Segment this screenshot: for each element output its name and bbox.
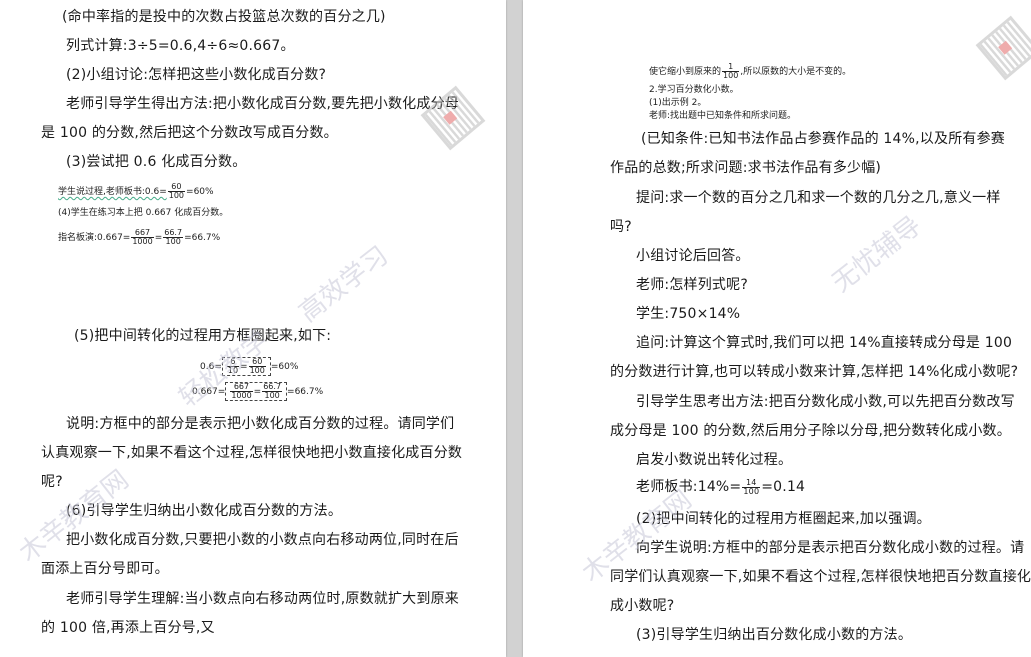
conversion-text: 0.6= (200, 362, 222, 372)
watermark-text: 高效学习 (293, 240, 395, 329)
page-gutter (506, 0, 523, 657)
document-page-right: 使它缩小到原来的 1 100 ,所以原数的大小是不变的。 2.学习百分数化小数。 (1… (523, 0, 1031, 657)
paragraph-line: 的 100 倍,再添上百分号,又 (41, 620, 215, 636)
paragraph-line: 作品的总数;所求问题:求书法作品有多少幅) (610, 160, 882, 176)
paragraph-line: 呢? (41, 474, 63, 490)
fraction-denominator: 1000 (132, 237, 153, 246)
fraction-denominator: 100 (723, 71, 739, 80)
board-text: 老师板书:14%= (636, 479, 742, 495)
paragraph-line: 成小数呢? (610, 598, 675, 614)
paragraph-line: 老师引导学生得出方法:把小数化成百分数,要先把小数化成分母 (66, 96, 459, 112)
fraction: 14 100 (742, 478, 761, 496)
fraction: 66.7 100 (163, 229, 184, 246)
board-note-text: 指名板演:0.667= (58, 233, 131, 243)
board-note-text: 使它缩小到原来的 (649, 67, 722, 77)
board-note: 老师:找出题中已知条件和所求问题。 (649, 111, 797, 121)
board-note-text: =60% (186, 187, 214, 197)
paragraph-line: 说明:方框中的部分是表示把小数化成百分数的过程。请同学们 (66, 416, 455, 432)
paragraph-line: 吗? (610, 219, 632, 235)
fraction-denominator: 100 (249, 366, 265, 375)
paragraph-line: (命中率指的是投中的次数占投篮总次数的百分之几) (62, 9, 386, 25)
boxed-conversion: 0.667= 667 1000 = 66.7 100 =66.7% (192, 382, 323, 401)
paragraph-line: 列式计算:3÷5=0.6,4÷6≈0.667。 (66, 38, 295, 54)
paragraph-line: (已知条件:已知书法作品占参赛作品的 14%,以及所有参赛 (641, 131, 1005, 147)
boxed-conversion: 0.6= 6 10 = 60 100 =60% (200, 357, 298, 376)
paragraph-line: (2)把中间转化的过程用方框圈起来,加以强调。 (636, 511, 931, 527)
fraction: 1 100 (722, 63, 740, 80)
paragraph-line: 引导学生思考出方法:把百分数化成小数,可以先把百分数改写 (636, 394, 1015, 410)
fraction-denominator: 1000 (231, 391, 252, 400)
watermark-text: 无忧辅导 (826, 210, 928, 299)
fraction: 60 100 (167, 183, 186, 200)
paragraph-line: 老师:怎样列式呢? (636, 277, 748, 293)
paragraph-line: (5)把中间转化的过程用方框圈起来,如下: (74, 328, 332, 344)
paragraph-line: 是 100 的分数,然后把这个分数改写成百分数。 (41, 125, 338, 141)
fraction: 6 10 (226, 358, 240, 375)
paragraph-line: 同学们认真观察一下,如果不看这个过程,怎样很快地把百分数直接化 (610, 569, 1031, 585)
document-page-left: (命中率指的是投中的次数占投篮总次数的百分之几) 列式计算:3÷5=0.6,4÷… (0, 0, 506, 657)
paragraph-line: 提问:求一个数的百分之几和求一个数的几分之几,意义一样 (636, 190, 1001, 206)
paragraph-line: (2)小组讨论:怎样把这些小数化成百分数? (66, 67, 327, 83)
fraction: 667 1000 (230, 383, 253, 400)
dashed-box: 667 1000 = 66.7 100 (225, 382, 288, 401)
paragraph-line: 小组讨论后回答。 (636, 248, 750, 264)
paragraph-line: (3)尝试把 0.6 化成百分数。 (66, 154, 247, 170)
board-note: (4)学生在练习本上把 0.667 化成百分数。 (58, 208, 229, 218)
paragraph-line: 认真观察一下,如果不看这个过程,怎样很快地把小数直接化成百分数 (41, 445, 463, 461)
board-note: 指名板演:0.667= 667 1000 = 66.7 100 =66.7% (58, 229, 220, 246)
fraction: 66.7 100 (262, 383, 283, 400)
paragraph-line: 向学生说明:方框中的部分是表示把百分数化成小数的过程。请 (636, 540, 1025, 556)
paragraph-line: (6)引导学生归纳出小数化成百分数的方法。 (66, 503, 343, 519)
board-note-text: ,所以原数的大小是不变的。 (740, 67, 852, 77)
board-note-text: =66.7% (184, 233, 221, 243)
paragraph-line: 老师板书:14%= 14 100 =0.14 (636, 478, 805, 496)
fraction-denominator: 100 (165, 237, 181, 246)
conversion-text: =66.7% (287, 387, 324, 397)
fraction: 60 100 (248, 358, 266, 375)
paragraph-line: 面添上百分号即可。 (41, 561, 169, 577)
conversion-text: = (240, 362, 248, 372)
board-note: (1)出示例 2。 (649, 98, 707, 108)
fraction: 667 1000 (131, 229, 154, 246)
watermark-qr-icon (975, 15, 1031, 81)
conversion-text: =60% (270, 362, 299, 372)
board-text: =0.14 (761, 479, 806, 495)
board-note-text: = (154, 233, 163, 243)
paragraph-line: 老师引导学生理解:当小数点向右移动两位时,原数就扩大到原来 (66, 591, 459, 607)
paragraph-line: 把小数化成百分数,只要把小数的小数点向右移动两位,同时在后 (66, 532, 459, 548)
fraction-denominator: 10 (227, 366, 239, 375)
conversion-text: 0.667= (192, 387, 226, 397)
paragraph-line: 追问:计算这个算式时,我们可以把 14%直接转成分母是 100 (636, 335, 1013, 351)
paragraph-line: (3)引导学生归纳出百分数化成小数的方法。 (636, 627, 913, 643)
fraction-denominator: 100 (264, 391, 280, 400)
board-note-text: 学生说过程,老师板书:0.6= (58, 187, 167, 197)
fraction-denominator: 100 (743, 486, 760, 496)
paragraph-line: 启发小数说出转化过程。 (636, 452, 793, 468)
board-note: 2.学习百分数化小数。 (649, 85, 739, 95)
conversion-text: = (253, 387, 262, 397)
fraction-denominator: 100 (168, 191, 185, 200)
paragraph-line: 成分母是 100 的分数,然后用分子除以分母,把分数转化成小数。 (610, 423, 1011, 439)
board-note: 学生说过程,老师板书:0.6= 60 100 =60% (58, 183, 214, 200)
paragraph-line: 的分数进行计算,也可以转成小数来计算,怎样把 14%化成小数呢? (610, 364, 1019, 380)
paragraph-line: 学生:750×14% (636, 306, 741, 322)
dashed-box: 6 10 = 60 100 (221, 357, 271, 376)
board-note: 使它缩小到原来的 1 100 ,所以原数的大小是不变的。 (649, 63, 851, 80)
